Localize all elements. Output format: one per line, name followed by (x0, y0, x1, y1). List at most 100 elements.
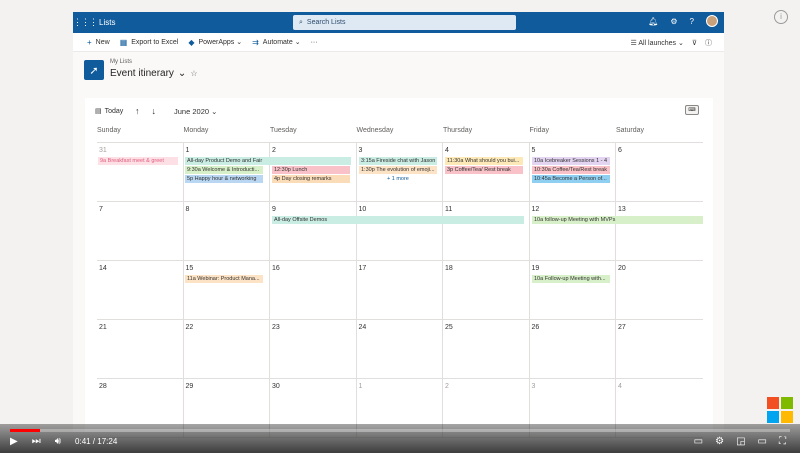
app-launcher-icon[interactable]: ⋮⋮⋮ (73, 17, 98, 28)
day-cell[interactable]: 16 (270, 261, 357, 320)
event-item[interactable]: 3p Coffee/Tea/ Rest break (445, 166, 523, 174)
fullscreen-icon[interactable]: ⛶ (779, 436, 786, 447)
month-selector[interactable]: June 2020 ⌄ (174, 107, 217, 116)
settings-icon[interactable]: ⚙ (715, 436, 724, 447)
day-number: 26 (531, 324, 540, 331)
event-item[interactable]: All-day Product Demo and Fair (185, 157, 351, 165)
filter-icon[interactable]: ⊽ (692, 39, 697, 47)
day-cell[interactable]: 13 (616, 202, 703, 261)
page-title[interactable]: Event itinerary (110, 68, 174, 79)
arrow-up-icon[interactable]: ↑ (135, 106, 140, 116)
theater-icon[interactable]: ▭ (758, 436, 767, 447)
microsoft-logo (767, 397, 793, 423)
day-number: 25 (445, 324, 453, 331)
day-number: 21 (99, 324, 107, 331)
day-cell[interactable]: 20 (616, 261, 703, 320)
day-number: 24 (358, 324, 367, 331)
event-item[interactable]: 10:30a Coffee/Tea/Rest break (532, 166, 610, 174)
event-item[interactable]: All-day Offsite Demos (272, 216, 524, 224)
day-cell[interactable]: 12 (530, 202, 616, 261)
gear-icon[interactable]: ⚙ (670, 17, 677, 26)
event-item[interactable]: 9a Breakfast meet & greet (98, 157, 178, 165)
day-number: 14 (99, 265, 107, 272)
day-number: 11 (445, 206, 453, 213)
progress-bar[interactable] (10, 429, 790, 432)
day-cell[interactable]: 26 (530, 320, 616, 379)
search-box[interactable]: ⌕ Search Lists (293, 15, 516, 30)
day-cell[interactable]: 11 (443, 202, 530, 261)
event-item[interactable]: 10a follow-up Meeting with MVPs (532, 216, 703, 224)
day-number: 18 (445, 265, 453, 272)
star-icon[interactable]: ☆ (190, 69, 197, 78)
export-button[interactable]: ▦ Export to Excel (120, 38, 179, 47)
info-icon[interactable]: i (774, 10, 788, 24)
day-number: 12 (531, 206, 540, 213)
day-cell[interactable]: 22 (184, 320, 270, 379)
day-header-row: Sunday Monday Tuesday Wednesday Thursday… (85, 127, 713, 142)
arrow-down-icon[interactable]: ↓ (152, 106, 157, 116)
bell-icon[interactable]: 🔔︎ (648, 17, 658, 26)
breadcrumb[interactable]: My Lists (110, 59, 132, 65)
event-item[interactable]: 11a Webinar: Product Mana... (185, 275, 263, 283)
app-name[interactable]: Lists (99, 18, 115, 27)
suite-header: ⋮⋮⋮ Lists ⌕ Search Lists 🔔︎ ⚙ ? (73, 12, 724, 33)
event-item[interactable]: 10:45a Become a Person of... (532, 175, 610, 183)
day-cell[interactable]: 24 (357, 320, 443, 379)
event-item[interactable]: 9:30a Welcome & Introducti... (185, 166, 263, 174)
day-cell[interactable]: 14 (97, 261, 184, 320)
view-switcher[interactable]: ☰ All launches ⌄ (630, 39, 683, 47)
captions-icon[interactable]: ▭ (694, 436, 703, 447)
info-circle-icon[interactable]: ⓘ (705, 38, 712, 48)
day-cell[interactable]: 19 (530, 261, 616, 320)
search-icon: ⌕ (299, 18, 303, 26)
event-item[interactable]: 11:30a What should you bui... (445, 157, 523, 165)
keyboard-icon[interactable]: ⌨ (685, 105, 699, 115)
day-number: 8 (185, 206, 190, 213)
event-item[interactable]: 3:15a Fireside chat with Jason (359, 157, 437, 165)
new-button[interactable]: + New (87, 38, 110, 47)
day-cell[interactable]: 31 (97, 143, 184, 202)
powerapps-button[interactable]: ◆ PowerApps ⌄ (188, 38, 242, 47)
day-cell[interactable]: 9 (270, 202, 357, 261)
day-cell[interactable]: 18 (443, 261, 530, 320)
chevron-down-icon[interactable]: ⌄ (178, 68, 186, 79)
day-cell[interactable]: 25 (443, 320, 530, 379)
miniplayer-icon[interactable]: ◲ (736, 436, 745, 447)
event-item[interactable]: 4p Day closing remarks (272, 175, 350, 183)
day-cell[interactable]: 23 (270, 320, 357, 379)
event-item[interactable]: 12:30p Lunch (272, 166, 350, 174)
day-cell[interactable]: 17 (357, 261, 443, 320)
day-cell[interactable]: 6 (616, 143, 703, 202)
event-item[interactable]: 10a Icebreaker Sessions 1 - 4 (532, 157, 610, 165)
automate-button[interactable]: ⇉ Automate ⌄ (252, 38, 300, 47)
volume-icon[interactable]: 🔊︎ (55, 436, 61, 447)
today-button[interactable]: ▤ Today (95, 107, 123, 116)
day-cell[interactable]: 27 (616, 320, 703, 379)
day-cell[interactable]: 7 (97, 202, 184, 261)
day-number: 20 (618, 265, 626, 272)
avatar[interactable] (706, 15, 718, 27)
more-events-link[interactable]: + 1 more (387, 176, 409, 182)
event-item[interactable]: 5p Happy hour & networking (185, 175, 263, 183)
day-number: 9 (272, 206, 276, 213)
day-cell[interactable]: 15 (184, 261, 270, 320)
day-cell[interactable]: 8 (184, 202, 270, 261)
next-icon[interactable]: ⏭ (32, 436, 41, 447)
day-number: 3 (531, 383, 536, 390)
view-label: All launches (638, 39, 677, 47)
day-number: 3 (358, 147, 363, 154)
day-number: 2 (445, 383, 449, 390)
calendar-toolbar: ▤ Today ↑ ↓ June 2020 ⌄ ⌨ (85, 98, 713, 126)
event-item[interactable]: 10a Follow-up Meeting with... (532, 275, 610, 283)
day-cell[interactable]: 21 (97, 320, 184, 379)
more-button[interactable]: ··· (311, 39, 318, 46)
day-number: 4 (618, 383, 622, 390)
day-cell[interactable]: 10 (357, 202, 443, 261)
automate-label: Automate (262, 38, 293, 46)
new-label: New (95, 38, 110, 46)
event-item[interactable]: 1:30p The evolution of emoji... (359, 166, 437, 174)
play-icon[interactable]: ▶ (10, 436, 18, 447)
day-number: 16 (272, 265, 280, 272)
day-number: 28 (99, 383, 107, 390)
help-icon[interactable]: ? (690, 17, 694, 26)
